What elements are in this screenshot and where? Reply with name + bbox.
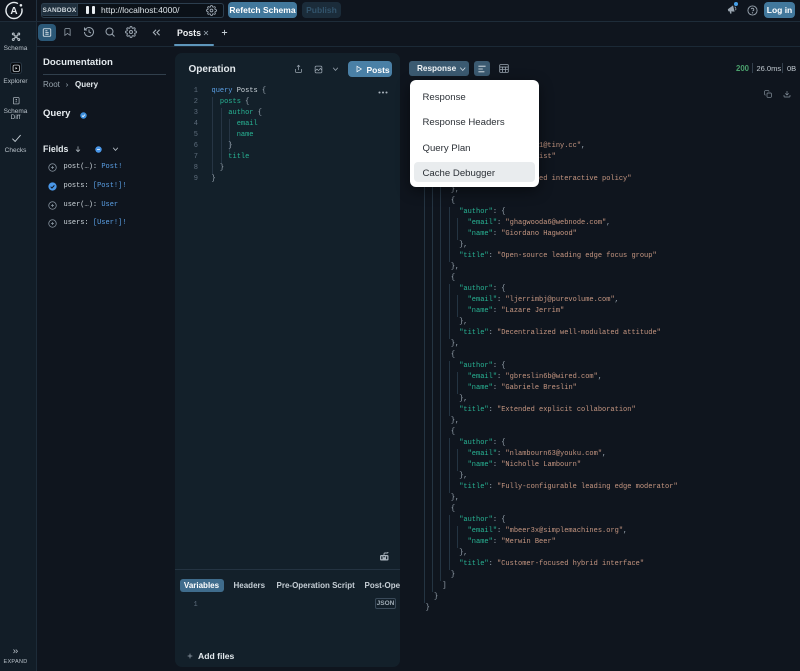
svg-text:A: A [10, 6, 17, 17]
